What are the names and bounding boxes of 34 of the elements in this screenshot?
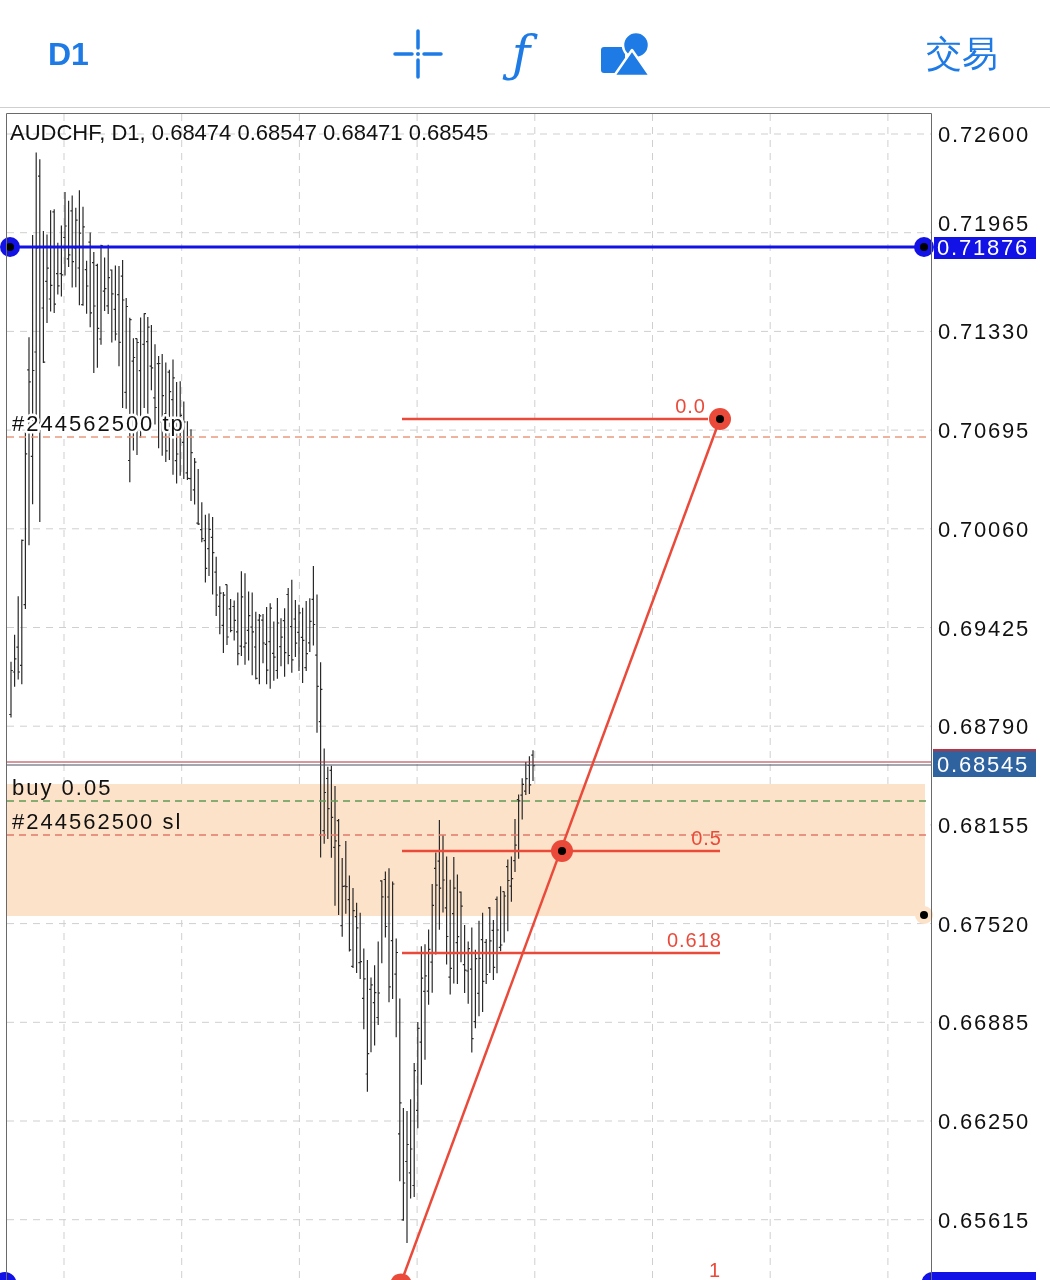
price-label: 0.66250	[938, 1109, 1031, 1134]
price-tag: 0.68545	[933, 749, 1036, 777]
price-label: 0.68790	[938, 714, 1031, 740]
order-label: buy 0.05	[12, 775, 113, 800]
timeframe-button[interactable]: D1	[48, 37, 108, 70]
price-label: 0.66885	[938, 1010, 1031, 1036]
fibonacci-level-label: 1	[708, 1259, 721, 1280]
price-label: 0.71330	[938, 319, 1031, 345]
indicators-button[interactable]: ƒ	[501, 28, 541, 79]
price-label: 0.68155	[938, 812, 1031, 838]
drag-handle-icon[interactable]	[914, 237, 934, 257]
price-label: 0.70695	[938, 418, 1031, 444]
drag-handle-icon[interactable]	[391, 1273, 411, 1280]
price-label: 0.67520	[938, 911, 1031, 937]
shapes-icon[interactable]	[601, 30, 651, 77]
price-tag: 0.71876	[934, 235, 1036, 260]
price-label: 0.69425	[938, 615, 1031, 641]
horizontal-line[interactable]	[0, 237, 934, 257]
price-label: 0.72600	[938, 122, 1031, 147]
price-label: 0.70060	[938, 516, 1031, 542]
fibonacci-level-label: 0.0	[675, 395, 706, 417]
drag-handle-icon[interactable]	[0, 237, 20, 257]
fibonacci-level-label: 0.5	[691, 827, 722, 849]
chart-legend: AUDCHF, D1, 0.68474 0.68547 0.68471 0.68545	[10, 120, 489, 145]
price-label: 0.65615	[938, 1207, 1031, 1233]
crosshair-icon[interactable]	[393, 28, 443, 79]
drag-handle-icon[interactable]	[915, 906, 933, 924]
fibonacci-level-label: 0.618	[666, 928, 722, 951]
drag-handle-icon[interactable]	[0, 1272, 16, 1280]
drag-handle-icon[interactable]	[551, 840, 573, 862]
price-label: 0.71965	[938, 211, 1031, 236]
order-label: #244562500 sl	[12, 809, 183, 834]
trade-button[interactable]: 交易	[926, 35, 998, 72]
drag-handle-icon[interactable]	[709, 408, 731, 430]
